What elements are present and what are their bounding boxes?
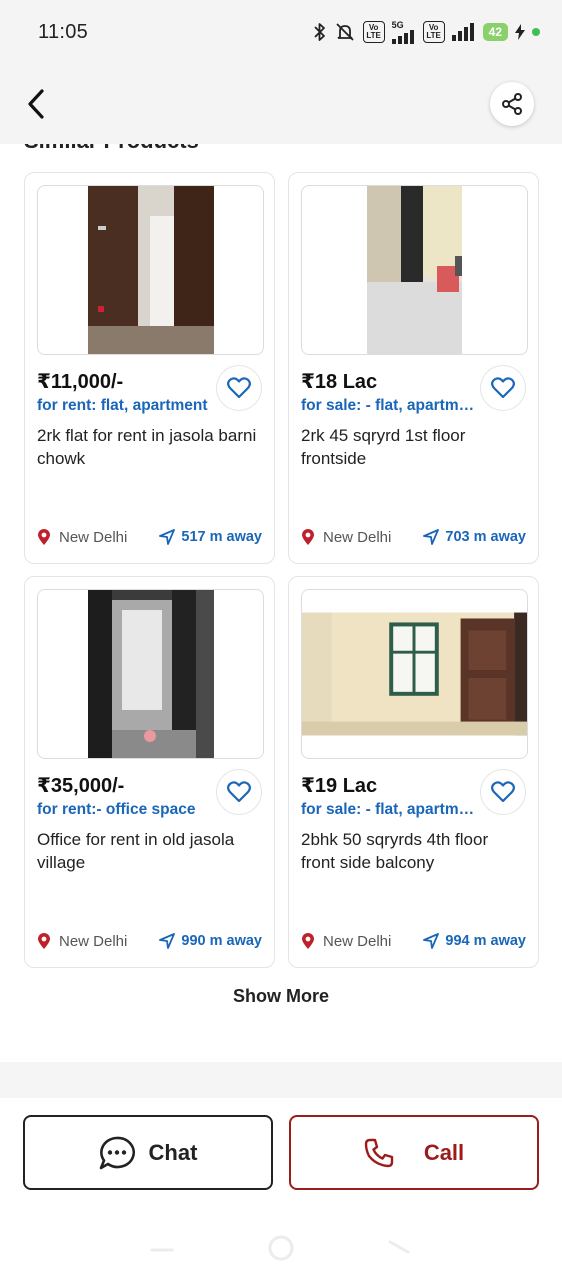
navigation-arrow-icon [423,933,440,949]
volte-label-2: Vo LTE [426,23,441,40]
chat-bubble-icon [99,1136,135,1169]
product-distance: 703 m away [423,529,526,545]
show-more-button[interactable]: Show More [0,986,562,1007]
product-meta-row: New Delhi 990 m away [37,932,262,950]
product-card[interactable]: ₹19 Lac for sale: - flat, apartment 2bhk… [288,576,539,968]
call-button[interactable]: Call [289,1115,539,1190]
call-label: Call [423,1139,465,1165]
heart-icon [491,377,515,399]
chat-button[interactable]: Chat [23,1115,273,1190]
product-title: Office for rent in old jasola village [37,830,235,872]
heart-icon [227,781,251,803]
status-bar: 11:05 Vo LTE 5G Vo LTE 42 [0,0,562,64]
product-location: New Delhi [37,932,137,950]
product-price: ₹35,000/- [37,775,125,797]
location-text: New Delhi [59,528,128,546]
product-price: ₹11,000/- [37,371,124,393]
navigation-arrow-icon [159,933,176,949]
product-category: for rent: flat, apartment [37,397,208,414]
volte-label: Vo LTE [366,23,381,40]
product-meta-row: New Delhi 517 m away [37,528,262,546]
volte-icon-2: Vo LTE [422,21,445,43]
privacy-dot-icon [532,28,540,36]
product-card[interactable]: ₹18 Lac for sale: - flat, apartment 2rk … [288,172,539,564]
back-arrow-icon [28,89,44,119]
status-icons: Vo LTE 5G Vo LTE 42 [313,19,540,44]
product-location: New Delhi [301,932,401,950]
system-nav-hints [150,1235,410,1261]
room-interior-photo [367,186,462,354]
bottom-action-bar: Chat Call [0,1098,562,1280]
product-price: ₹19 Lac [301,775,378,797]
product-title: 2bhk 50 sqryrds 4th floor front side bal… [301,830,489,872]
similar-products-section: Similar Products ₹11,000/- for rent: fla… [0,144,562,1062]
product-image[interactable] [37,185,264,355]
bluetooth-icon [313,22,327,42]
signal-5g-icon: 5G [391,19,416,44]
location-text: New Delhi [323,528,392,546]
top-app-bar [0,64,562,144]
phone-icon [364,1138,394,1167]
product-title: 2rk 45 sqryrd 1st floor frontside [301,426,466,468]
product-distance: 990 m away [159,933,262,949]
product-distance: 994 m away [423,933,526,949]
product-image[interactable] [37,589,264,759]
product-meta-row: New Delhi 994 m away [301,932,526,950]
product-category: for sale: - flat, apartment [301,397,477,414]
distance-text: 517 m away [181,529,262,545]
chat-label: Chat [148,1139,198,1165]
product-category: for sale: - flat, apartment [301,801,477,818]
product-location: New Delhi [37,528,137,546]
section-title: Similar Products [24,144,199,154]
location-pin-icon [302,933,314,949]
heart-icon [491,781,515,803]
signal-icon [451,23,476,41]
heart-icon [227,377,251,399]
favorite-button[interactable] [216,365,262,411]
share-button[interactable] [490,82,534,126]
favorite-button[interactable] [480,365,526,411]
product-card[interactable]: ₹11,000/- for rent: flat, apartment 2rk … [24,172,275,564]
network-5g-label: 5G [391,19,404,30]
room-wardrobe-photo [87,186,214,354]
mute-icon [334,22,356,42]
product-image[interactable] [301,185,528,355]
favorite-button[interactable] [480,769,526,815]
location-pin-icon [302,529,314,545]
location-text: New Delhi [59,932,128,950]
product-distance: 517 m away [159,529,262,545]
navigation-arrow-icon [423,529,440,545]
product-card[interactable]: ₹35,000/- for rent:- office space Office… [24,576,275,968]
volte-icon: Vo LTE [362,21,385,43]
location-pin-icon [38,933,50,949]
battery-icon: 42 [482,23,508,41]
back-button[interactable] [18,84,54,124]
location-text: New Delhi [323,932,392,950]
office-photo [87,590,214,758]
distance-text: 990 m away [181,933,262,949]
product-location: New Delhi [301,528,401,546]
location-pin-icon [38,529,50,545]
favorite-button[interactable] [216,769,262,815]
share-icon [502,93,522,115]
product-category: for rent:- office space [37,801,196,818]
product-meta-row: New Delhi 703 m away [301,528,526,546]
product-price: ₹18 Lac [301,371,378,393]
product-title: 2rk flat for rent in jasola barni chowk [37,426,257,468]
charging-bolt-icon [515,24,525,40]
status-time: 11:05 [38,20,89,43]
room-door-window-photo [302,612,527,736]
distance-text: 994 m away [445,933,526,949]
product-grid: ₹11,000/- for rent: flat, apartment 2rk … [24,172,539,968]
navigation-arrow-icon [159,529,176,545]
product-image[interactable] [301,589,528,759]
distance-text: 703 m away [445,529,526,545]
